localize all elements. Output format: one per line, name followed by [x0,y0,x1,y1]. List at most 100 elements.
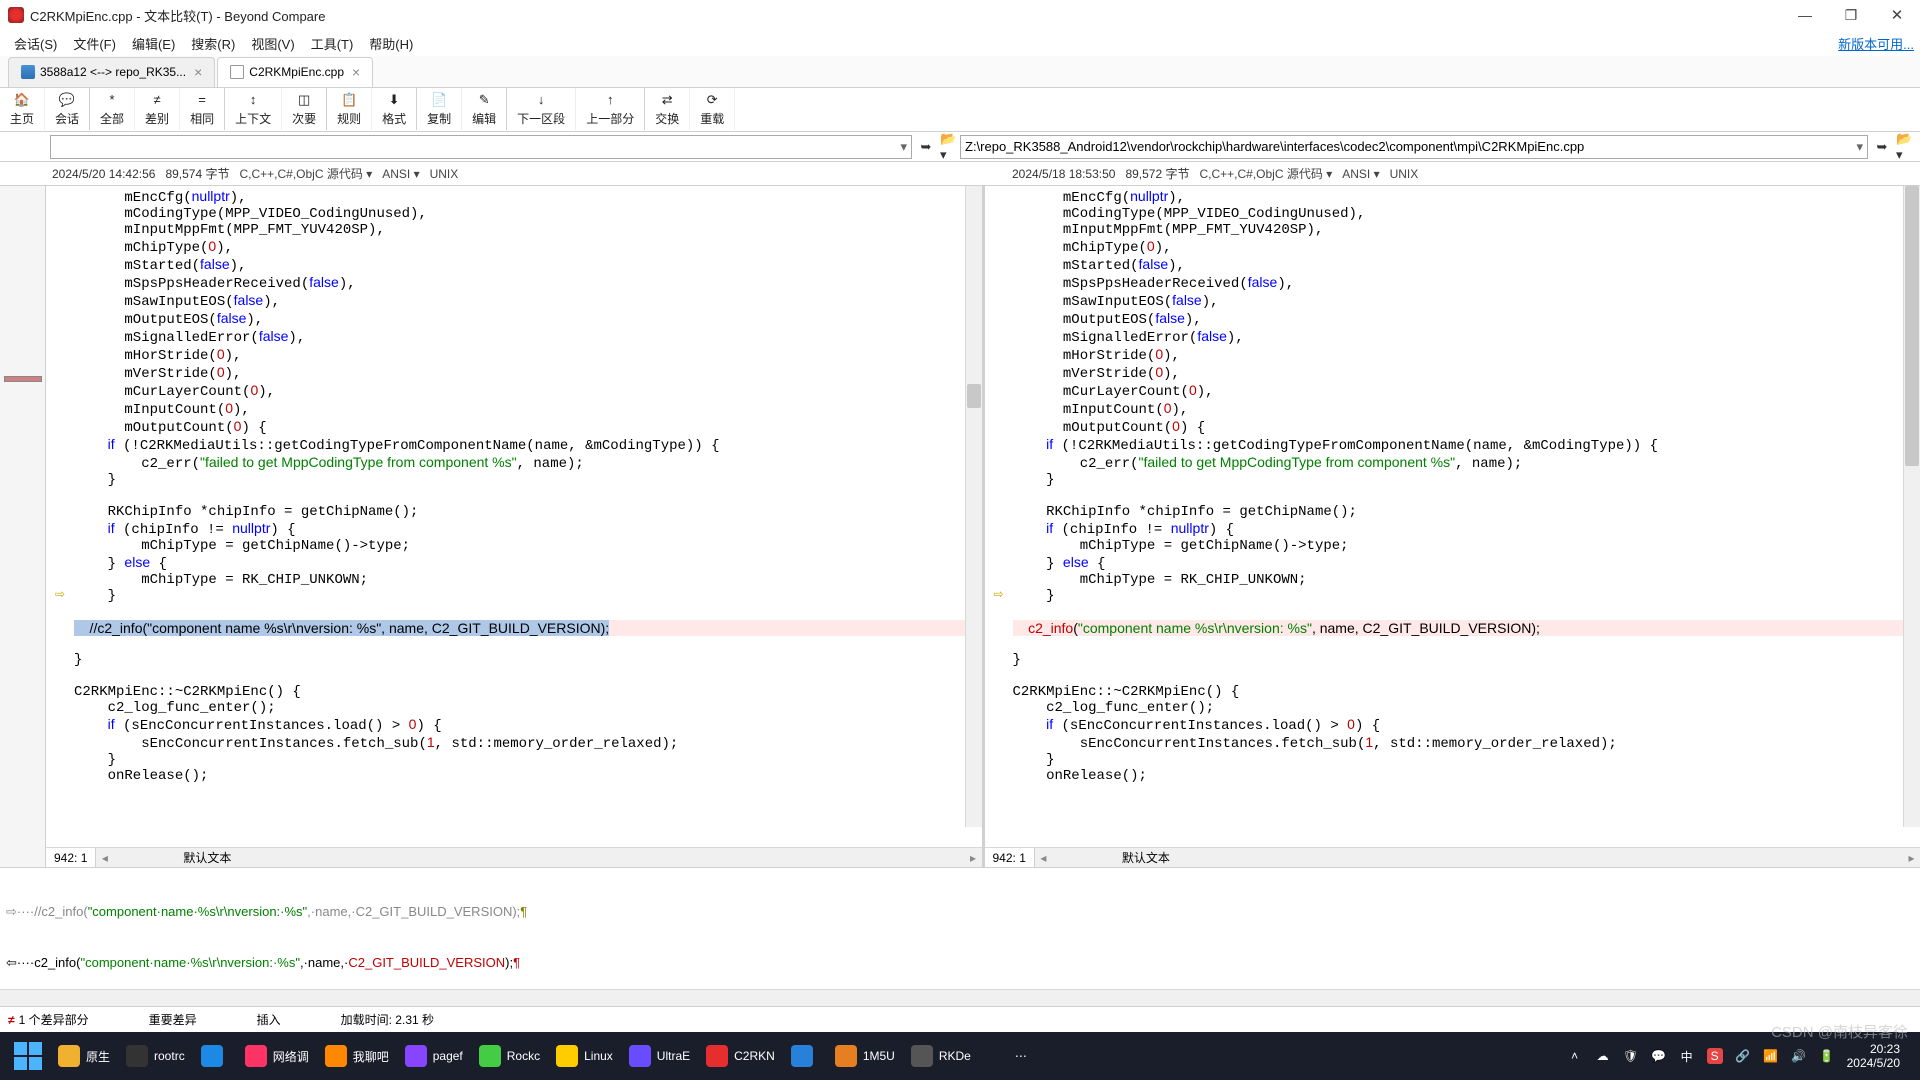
menu-file[interactable]: 文件(F) [65,31,124,56]
cursor-pos: 942: 1 [985,848,1035,867]
path-left[interactable]: ▾ [50,135,912,159]
path-right[interactable]: Z:\repo_RK3588_Android12\vendor\rockchip… [960,135,1868,159]
left-panel: mEncCfg(nullptr), mCodingType(MPP_VIDEO_… [46,186,982,867]
hscroll-left[interactable]: 942: 1 ◂ 默认文本 ▸ [46,847,982,867]
task-app[interactable] [193,1036,237,1076]
browse-right-icon[interactable]: 📂▾ [1896,137,1916,157]
task-app[interactable]: 网络调 [237,1036,317,1076]
format-icon: ⬇ [386,92,402,108]
tb-same[interactable]: =相同 [180,88,225,130]
minimize-button[interactable]: — [1782,0,1828,30]
tb-prev[interactable]: ↑上一部分 [576,88,645,130]
tray-wifi-icon[interactable]: 📶 [1763,1048,1779,1064]
menu-edit[interactable]: 编辑(E) [124,31,183,56]
tray-sogou-icon[interactable]: S [1707,1048,1723,1064]
toolbar: 🏠主页 💬会话 *全部 ≠差别 =相同 ↕上下文 ◫次要 📋规则 ⬇格式 📄复制… [0,88,1920,132]
overview-gutter[interactable] [0,186,46,867]
browse-left-icon[interactable]: 📂▾ [940,137,960,157]
menu-session[interactable]: 会话(S) [6,31,65,56]
status-important: 重要差异 [149,1011,197,1028]
tab-close-icon[interactable]: × [352,64,360,80]
task-app[interactable]: pagef [397,1036,471,1076]
tray-shield-icon[interactable]: 🛡 [1623,1048,1639,1064]
code-left[interactable]: mEncCfg(nullptr), mCodingType(MPP_VIDEO_… [46,186,982,847]
tb-all[interactable]: *全部 [90,88,135,130]
tray-wechat-icon[interactable]: 💬 [1651,1048,1667,1064]
diff-merge-view[interactable]: ⇨····//c2_info("component·name·%s\r\nver… [0,867,1920,989]
task-app[interactable]: 我聊吧 [317,1036,397,1076]
neq-icon: ≠ [8,1013,15,1027]
tray-link-icon[interactable]: 🔗 [1735,1048,1751,1064]
tray-volume-icon[interactable]: 🔊 [1791,1048,1807,1064]
update-link[interactable]: 新版本可用... [1838,34,1914,53]
meta-lang[interactable]: C,C++,C#,ObjC 源代码 ▾ [1199,165,1332,182]
tb-session[interactable]: 💬会话 [45,88,90,130]
task-app[interactable]: C2RKN [698,1036,783,1076]
home-icon: 🏠 [14,92,30,108]
tray-up-icon[interactable]: ˄ [1567,1048,1583,1064]
task-app[interactable]: ⋯ [979,1036,1035,1076]
code-right[interactable]: mEncCfg(nullptr), mCodingType(MPP_VIDEO_… [985,186,1920,847]
tb-context[interactable]: ↕上下文 [225,88,282,130]
scrollbar-left[interactable] [965,186,982,827]
menu-search[interactable]: 搜索(R) [183,31,243,56]
maximize-button[interactable]: ❐ [1828,0,1874,30]
close-button[interactable]: ✕ [1874,0,1920,30]
task-app[interactable]: Linux [548,1036,621,1076]
app-icon [556,1045,578,1067]
tray-ime-icon[interactable]: 中 [1679,1048,1695,1064]
prev-icon: ↑ [602,92,618,108]
status-mode: 插入 [257,1011,281,1028]
menu-help[interactable]: 帮助(H) [361,31,421,56]
task-app[interactable]: 1M5U [827,1036,903,1076]
menu-view[interactable]: 视图(V) [243,31,302,56]
edit-icon: ✎ [476,92,492,108]
tab-session[interactable]: 3588a12 <--> repo_RK35... × [8,57,215,87]
tb-swap[interactable]: ⇄交换 [645,88,690,130]
task-app[interactable]: Rockc [471,1036,548,1076]
tab-bar: 3588a12 <--> repo_RK35... × C2RKMpiEnc.c… [0,56,1920,88]
app-icon [8,7,24,23]
tb-edit[interactable]: ✎编辑 [462,88,507,130]
chevron-down-icon[interactable]: ▾ [1856,139,1863,155]
mode-label: 默认文本 [1052,849,1170,866]
tb-copy[interactable]: 📄复制 [417,88,462,130]
tb-minor[interactable]: ◫次要 [282,88,327,130]
diff-icon: ≠ [149,92,165,108]
tb-home[interactable]: 🏠主页 [0,88,45,130]
tray-battery-icon[interactable]: 🔋 [1819,1048,1835,1064]
tab-file[interactable]: C2RKMpiEnc.cpp × [217,57,373,87]
tb-rules[interactable]: 📋规则 [327,88,372,130]
tb-diff[interactable]: ≠差别 [135,88,180,130]
same-icon: = [194,92,210,108]
diff-marker[interactable] [4,376,42,382]
tb-format[interactable]: ⬇格式 [372,88,417,130]
chevron-down-icon[interactable]: ▾ [900,139,907,155]
meta-datetime: 2024/5/20 14:42:56 [52,167,155,181]
tray-clock[interactable]: 20:23 2024/5/20 [1847,1042,1900,1070]
tb-reload[interactable]: ⟳重载 [690,88,735,130]
tray-cloud-icon[interactable]: ☁ [1595,1048,1611,1064]
session-icon [21,65,35,79]
scrollbar-right[interactable] [1903,186,1920,827]
meta-eol[interactable]: UNIX [1390,167,1419,181]
task-app[interactable]: 原生 [50,1036,118,1076]
diff-merge-scroll[interactable] [0,989,1920,1006]
tb-next[interactable]: ↓下一区段 [507,88,576,130]
meta-encoding[interactable]: ANSI ▾ [382,167,419,181]
diff-count: 1 个差异部分 [19,1011,89,1028]
task-app[interactable]: rootrc [118,1036,193,1076]
hscroll-right[interactable]: 942: 1 ◂ 默认文本 ▸ [985,847,1920,867]
meta-lang[interactable]: C,C++,C#,ObjC 源代码 ▾ [239,165,372,182]
tab-close-icon[interactable]: × [194,64,202,80]
meta-encoding[interactable]: ANSI ▾ [1342,167,1379,181]
task-app[interactable]: UltraE [621,1036,698,1076]
task-app[interactable]: RKDe [903,1036,979,1076]
app-icon [911,1045,933,1067]
open-left-icon[interactable]: ➥ [916,137,936,157]
open-right-icon[interactable]: ➥ [1872,137,1892,157]
meta-eol[interactable]: UNIX [430,167,459,181]
menu-tools[interactable]: 工具(T) [303,31,362,56]
start-button[interactable] [6,1036,50,1076]
task-app[interactable] [783,1036,827,1076]
